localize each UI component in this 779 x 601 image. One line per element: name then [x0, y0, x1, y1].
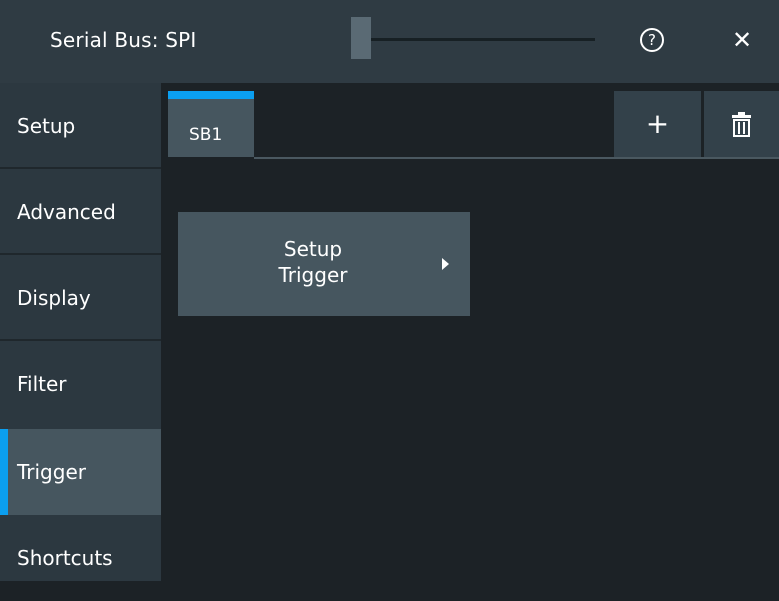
tab-active-indicator	[168, 91, 254, 99]
sidebar-item-filter[interactable]: Filter	[0, 341, 161, 427]
trash-icon	[732, 112, 751, 137]
dialog-title: Serial Bus: SPI	[50, 28, 197, 52]
sidebar-item-label: Display	[17, 286, 91, 310]
sidebar-item-label: Advanced	[17, 200, 116, 224]
chevron-right-icon	[442, 258, 449, 270]
tab-label: SB1	[189, 125, 223, 145]
setup-trigger-label: Setup Trigger	[278, 237, 348, 287]
title-bar: Serial Bus: SPI ? ✕	[0, 0, 779, 83]
sidebar-item-display[interactable]: Display	[0, 255, 161, 341]
transparency-slider-handle[interactable]	[351, 17, 371, 59]
sidebar-item-trigger[interactable]: Trigger	[0, 429, 161, 515]
sidebar-item-shortcuts[interactable]: Shortcuts	[0, 515, 161, 601]
sidebar-item-advanced[interactable]: Advanced	[0, 169, 161, 255]
sidebar-item-label: Filter	[17, 372, 67, 396]
sidebar: Setup Advanced Display Filter Trigger Sh…	[0, 83, 161, 581]
sidebar-item-label: Setup	[17, 114, 76, 138]
active-indicator	[0, 429, 8, 515]
sidebar-item-setup[interactable]: Setup	[0, 83, 161, 169]
tab-sb1[interactable]: SB1	[168, 91, 254, 157]
help-button[interactable]: ?	[640, 28, 664, 52]
delete-tab-button[interactable]	[704, 91, 779, 157]
transparency-slider-track[interactable]	[371, 38, 595, 41]
sidebar-item-label: Shortcuts	[17, 546, 113, 570]
sidebar-divider	[161, 83, 168, 581]
add-tab-button[interactable]: +	[614, 91, 701, 157]
sidebar-item-label: Trigger	[17, 460, 86, 484]
setup-trigger-button[interactable]: Setup Trigger	[178, 212, 470, 316]
close-button[interactable]: ✕	[726, 24, 758, 56]
